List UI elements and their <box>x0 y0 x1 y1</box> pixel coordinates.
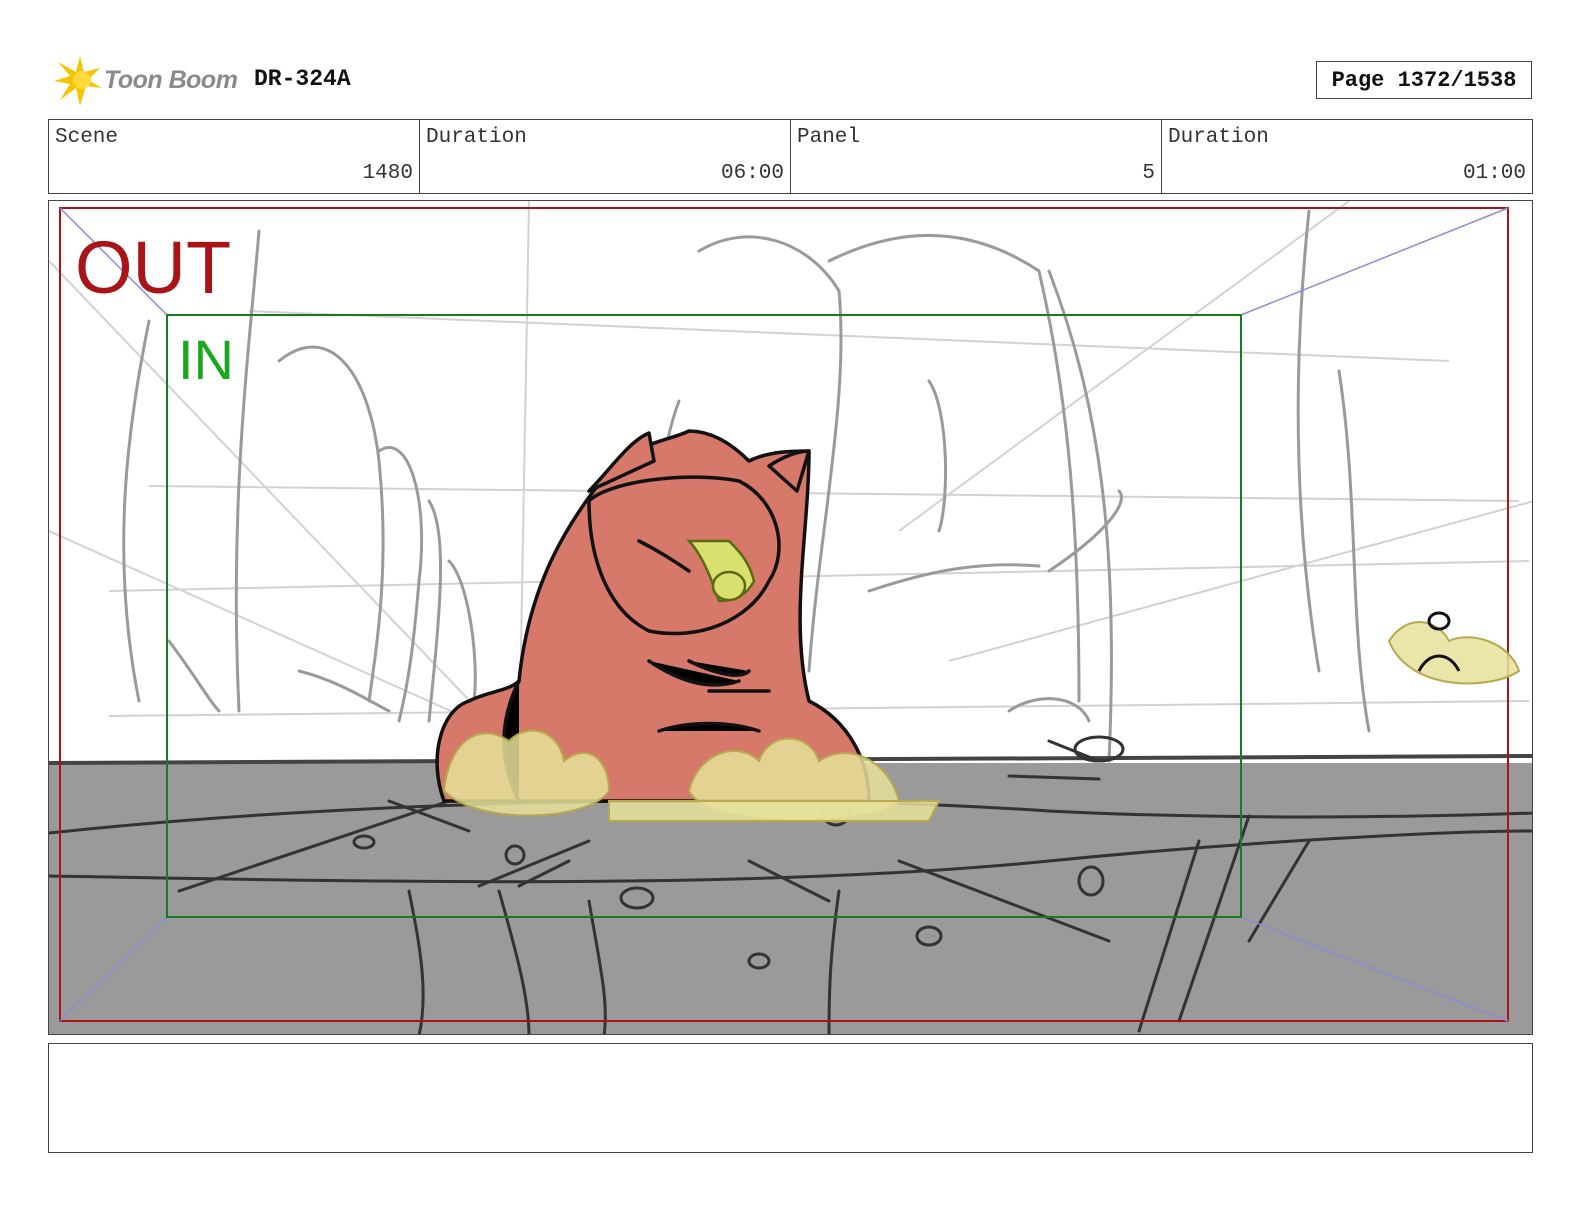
scene-value: 1480 <box>362 162 413 185</box>
scene-duration-value: 06:00 <box>720 162 784 185</box>
scene-label: Scene <box>55 126 119 149</box>
scene-duration-cell: Duration 06:00 <box>420 120 791 193</box>
storyboard-panel: OUT IN <box>48 200 1533 1035</box>
panel-cell: Panel 5 <box>791 120 1162 193</box>
panel-duration-value: 01:00 <box>1462 162 1526 185</box>
panel-sketch <box>49 201 1532 1034</box>
info-row: Scene 1480 Duration 06:00 Panel 5 Durati… <box>48 119 1533 194</box>
panel-duration-label: Duration <box>1168 126 1269 149</box>
notes-box[interactable] <box>48 1043 1533 1153</box>
page-indicator: Page 1372/1538 <box>1316 61 1532 99</box>
toon-boom-logo: Toon Boom <box>50 54 240 108</box>
logo-text: Toon Boom <box>104 66 238 94</box>
in-frame-label: IN <box>178 328 234 391</box>
out-frame-label: OUT <box>75 226 232 309</box>
panel-label: Panel <box>797 126 861 149</box>
starburst-logo-icon <box>54 56 102 106</box>
production-code: DR-324A <box>254 66 351 92</box>
scene-duration-label: Duration <box>426 126 527 149</box>
panel-value: 5 <box>1142 162 1155 185</box>
panel-duration-cell: Duration 01:00 <box>1162 120 1532 193</box>
scene-cell: Scene 1480 <box>49 120 420 193</box>
